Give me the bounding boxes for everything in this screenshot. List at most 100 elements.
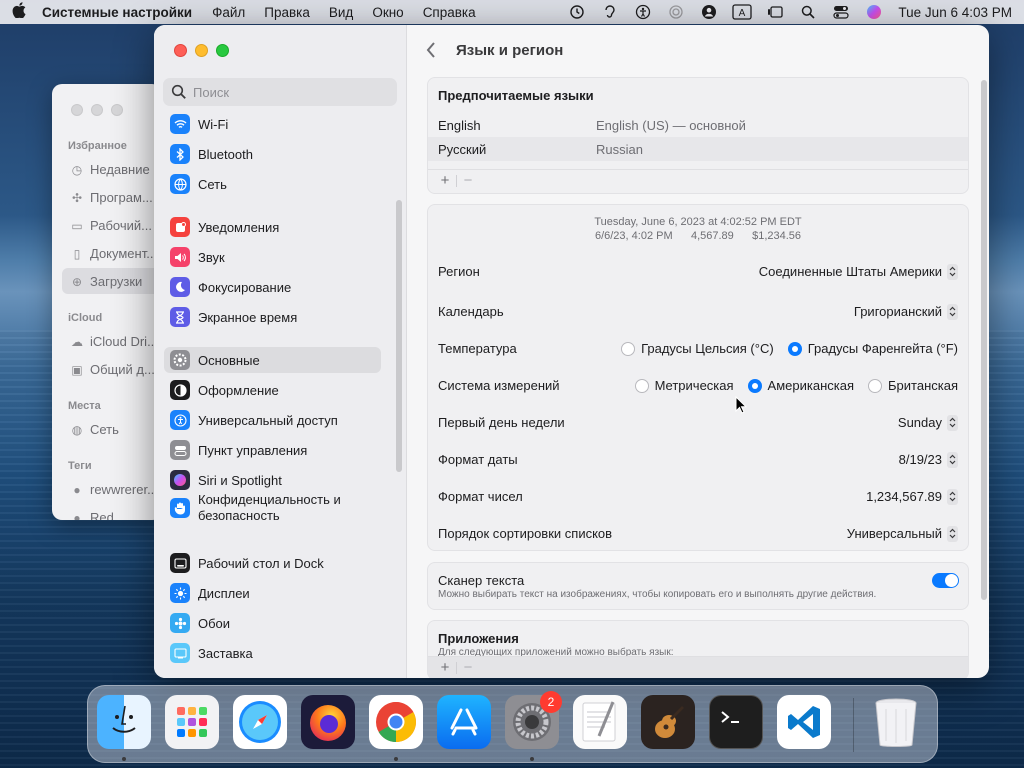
add-language-button[interactable]: +	[434, 172, 456, 189]
content-scrollbar[interactable]	[981, 80, 987, 600]
gear-icon	[170, 350, 190, 370]
apple-menu-icon[interactable]	[12, 1, 26, 23]
finder-item-desktop[interactable]: ▭ Рабочий...	[70, 218, 152, 233]
finder-item-icloud-drive[interactable]: ☁ iCloud Dri...	[70, 334, 158, 349]
finder-item-label: Red	[90, 510, 114, 520]
app-store-dock-icon[interactable]	[437, 695, 491, 749]
sort-order-popup[interactable]: Универсальный	[846, 525, 958, 542]
garageband-dock-icon[interactable]	[641, 695, 695, 749]
finder-tag-red[interactable]: ● Red	[70, 510, 114, 520]
finder-item-shared[interactable]: ▣ Общий д...	[70, 362, 154, 377]
accessibility-menu-icon[interactable]	[626, 0, 659, 24]
finder-item-downloads[interactable]: ⊕ Загрузки	[70, 274, 142, 289]
menu-window[interactable]: Окно	[372, 5, 403, 20]
menu-help[interactable]: Справка	[423, 5, 476, 20]
sort-order-value: Универсальный	[846, 526, 942, 541]
safari-dock-icon[interactable]	[233, 695, 287, 749]
language-row-english[interactable]: English English (US) — основной	[428, 113, 968, 137]
us-radio[interactable]: Американская	[747, 378, 854, 393]
fahrenheit-radio[interactable]: Градусы Фаренгейта (°F)	[787, 341, 958, 356]
sidebar-search[interactable]: Поиск	[163, 78, 397, 106]
sidebar-item-control-center[interactable]: Пункт управления	[164, 437, 381, 463]
finder-item-label: Документ...	[90, 246, 158, 261]
date-format-popup[interactable]: 8/19/23	[898, 451, 958, 468]
region-popup[interactable]: Соединенные Штаты Америки	[759, 263, 958, 280]
live-text-toggle[interactable]	[932, 573, 959, 588]
add-app-button[interactable]: +	[434, 659, 456, 676]
finder-item-network[interactable]: ◍ Сеть	[70, 422, 119, 437]
radio-button	[634, 378, 649, 393]
vscode-dock-icon[interactable]	[777, 695, 831, 749]
number-format-popup[interactable]: 1,234,567.89	[866, 488, 958, 505]
sidebar-item-label: Оформление	[198, 382, 279, 398]
finder-zoom-button[interactable]	[111, 104, 123, 116]
sidebar-item-bell[interactable]: Уведомления	[164, 214, 381, 240]
uk-radio[interactable]: Британская	[868, 378, 958, 393]
celsius-radio[interactable]: Градусы Цельсия (°C)	[621, 341, 774, 356]
sidebar-item-dock[interactable]: Рабочий стол и Dock	[164, 550, 381, 576]
trash-dock-icon[interactable]	[869, 695, 923, 749]
control-center-icon[interactable]	[824, 0, 857, 24]
sidebar-item-brightness[interactable]: Дисплеи	[164, 580, 381, 606]
airdrop-icon[interactable]	[659, 0, 692, 24]
zoom-button[interactable]	[216, 44, 229, 57]
chrome-dock-icon[interactable]	[369, 695, 423, 749]
remove-app-button[interactable]: −	[457, 659, 479, 676]
bell-icon	[170, 217, 190, 237]
clock-icon: ◷	[71, 162, 83, 177]
remove-language-button[interactable]: −	[457, 172, 479, 189]
siri-icon[interactable]	[857, 0, 890, 24]
menu-bar: Системные настройки Файл Правка Вид Окно…	[0, 0, 1024, 24]
sidebar-item-wifi[interactable]: Wi-Fi	[164, 111, 381, 137]
sidebar-scrollbar[interactable]	[396, 200, 402, 472]
sidebar-item-wallpaper[interactable]: Обои	[164, 610, 381, 636]
menu-clock[interactable]: Tue Jun 6 4:03 PM	[898, 5, 1012, 20]
stage-manager-icon[interactable]	[758, 0, 791, 24]
sidebar-item-globe[interactable]: Сеть	[164, 171, 381, 197]
tag-dot-icon: ●	[73, 482, 81, 497]
metric-radio[interactable]: Метрическая	[634, 378, 734, 393]
user-account-icon[interactable]	[692, 0, 725, 24]
finder-item-label: iCloud Dri...	[90, 334, 158, 349]
finder-tag-item[interactable]: ● rewwrerer...	[70, 482, 158, 497]
minimize-button[interactable]	[195, 44, 208, 57]
finder-close-button[interactable]	[71, 104, 83, 116]
sort-order-row: Порядок сортировки списков Универсальный	[428, 515, 968, 550]
textedit-dock-icon[interactable]	[573, 695, 627, 749]
sidebar-item-label: Уведомления	[198, 219, 280, 235]
sidebar-item-hand[interactable]: Конфиденциальность и безопасность	[164, 491, 381, 525]
finder-item-applications[interactable]: ✣ Програм...	[70, 190, 153, 205]
sidebar-item-accessibility[interactable]: Универсальный доступ	[164, 407, 381, 433]
menu-edit[interactable]: Правка	[264, 5, 310, 20]
date-format-value: 8/19/23	[898, 452, 942, 467]
firefox-dock-icon[interactable]	[301, 695, 355, 749]
hearing-icon[interactable]	[593, 0, 626, 24]
sidebar-item-speaker[interactable]: Звук	[164, 244, 381, 270]
sidebar-item-siri[interactable]: Siri и Spotlight	[164, 467, 381, 493]
menu-app-name[interactable]: Системные настройки	[42, 5, 192, 20]
launchpad-dock-icon[interactable]	[165, 695, 219, 749]
sidebar-item-bluetooth[interactable]: Bluetooth	[164, 141, 381, 167]
menu-view[interactable]: Вид	[329, 5, 353, 20]
sidebar-item-hourglass[interactable]: Экранное время	[164, 304, 381, 330]
first-day-label: Первый день недели	[438, 415, 565, 430]
calendar-popup[interactable]: Григорианский	[854, 303, 958, 320]
sidebar-item-moon[interactable]: Фокусирование	[164, 274, 381, 300]
finder-minimize-button[interactable]	[91, 104, 103, 116]
menu-file[interactable]: Файл	[212, 5, 245, 20]
time-machine-icon[interactable]	[560, 0, 593, 24]
close-button[interactable]	[174, 44, 187, 57]
finder-item-recents[interactable]: ◷ Недавние	[70, 162, 150, 177]
back-button[interactable]	[425, 39, 441, 63]
sidebar-item-screensaver[interactable]: Заставка	[164, 640, 381, 666]
finder-item-documents[interactable]: ▯ Документ...	[70, 246, 157, 261]
terminal-dock-icon[interactable]	[709, 695, 763, 749]
first-day-popup[interactable]: Sunday	[898, 414, 958, 431]
sidebar-item-label: Siri и Spotlight	[198, 472, 282, 488]
spotlight-search-icon[interactable]	[791, 0, 824, 24]
sidebar-item-gear[interactable]: Основные	[164, 347, 381, 373]
input-source-icon[interactable]: A	[725, 0, 758, 24]
sidebar-item-appearance[interactable]: Оформление	[164, 377, 381, 403]
finder-dock-icon[interactable]	[97, 695, 151, 749]
language-row-russian[interactable]: Русский Russian	[428, 137, 968, 161]
